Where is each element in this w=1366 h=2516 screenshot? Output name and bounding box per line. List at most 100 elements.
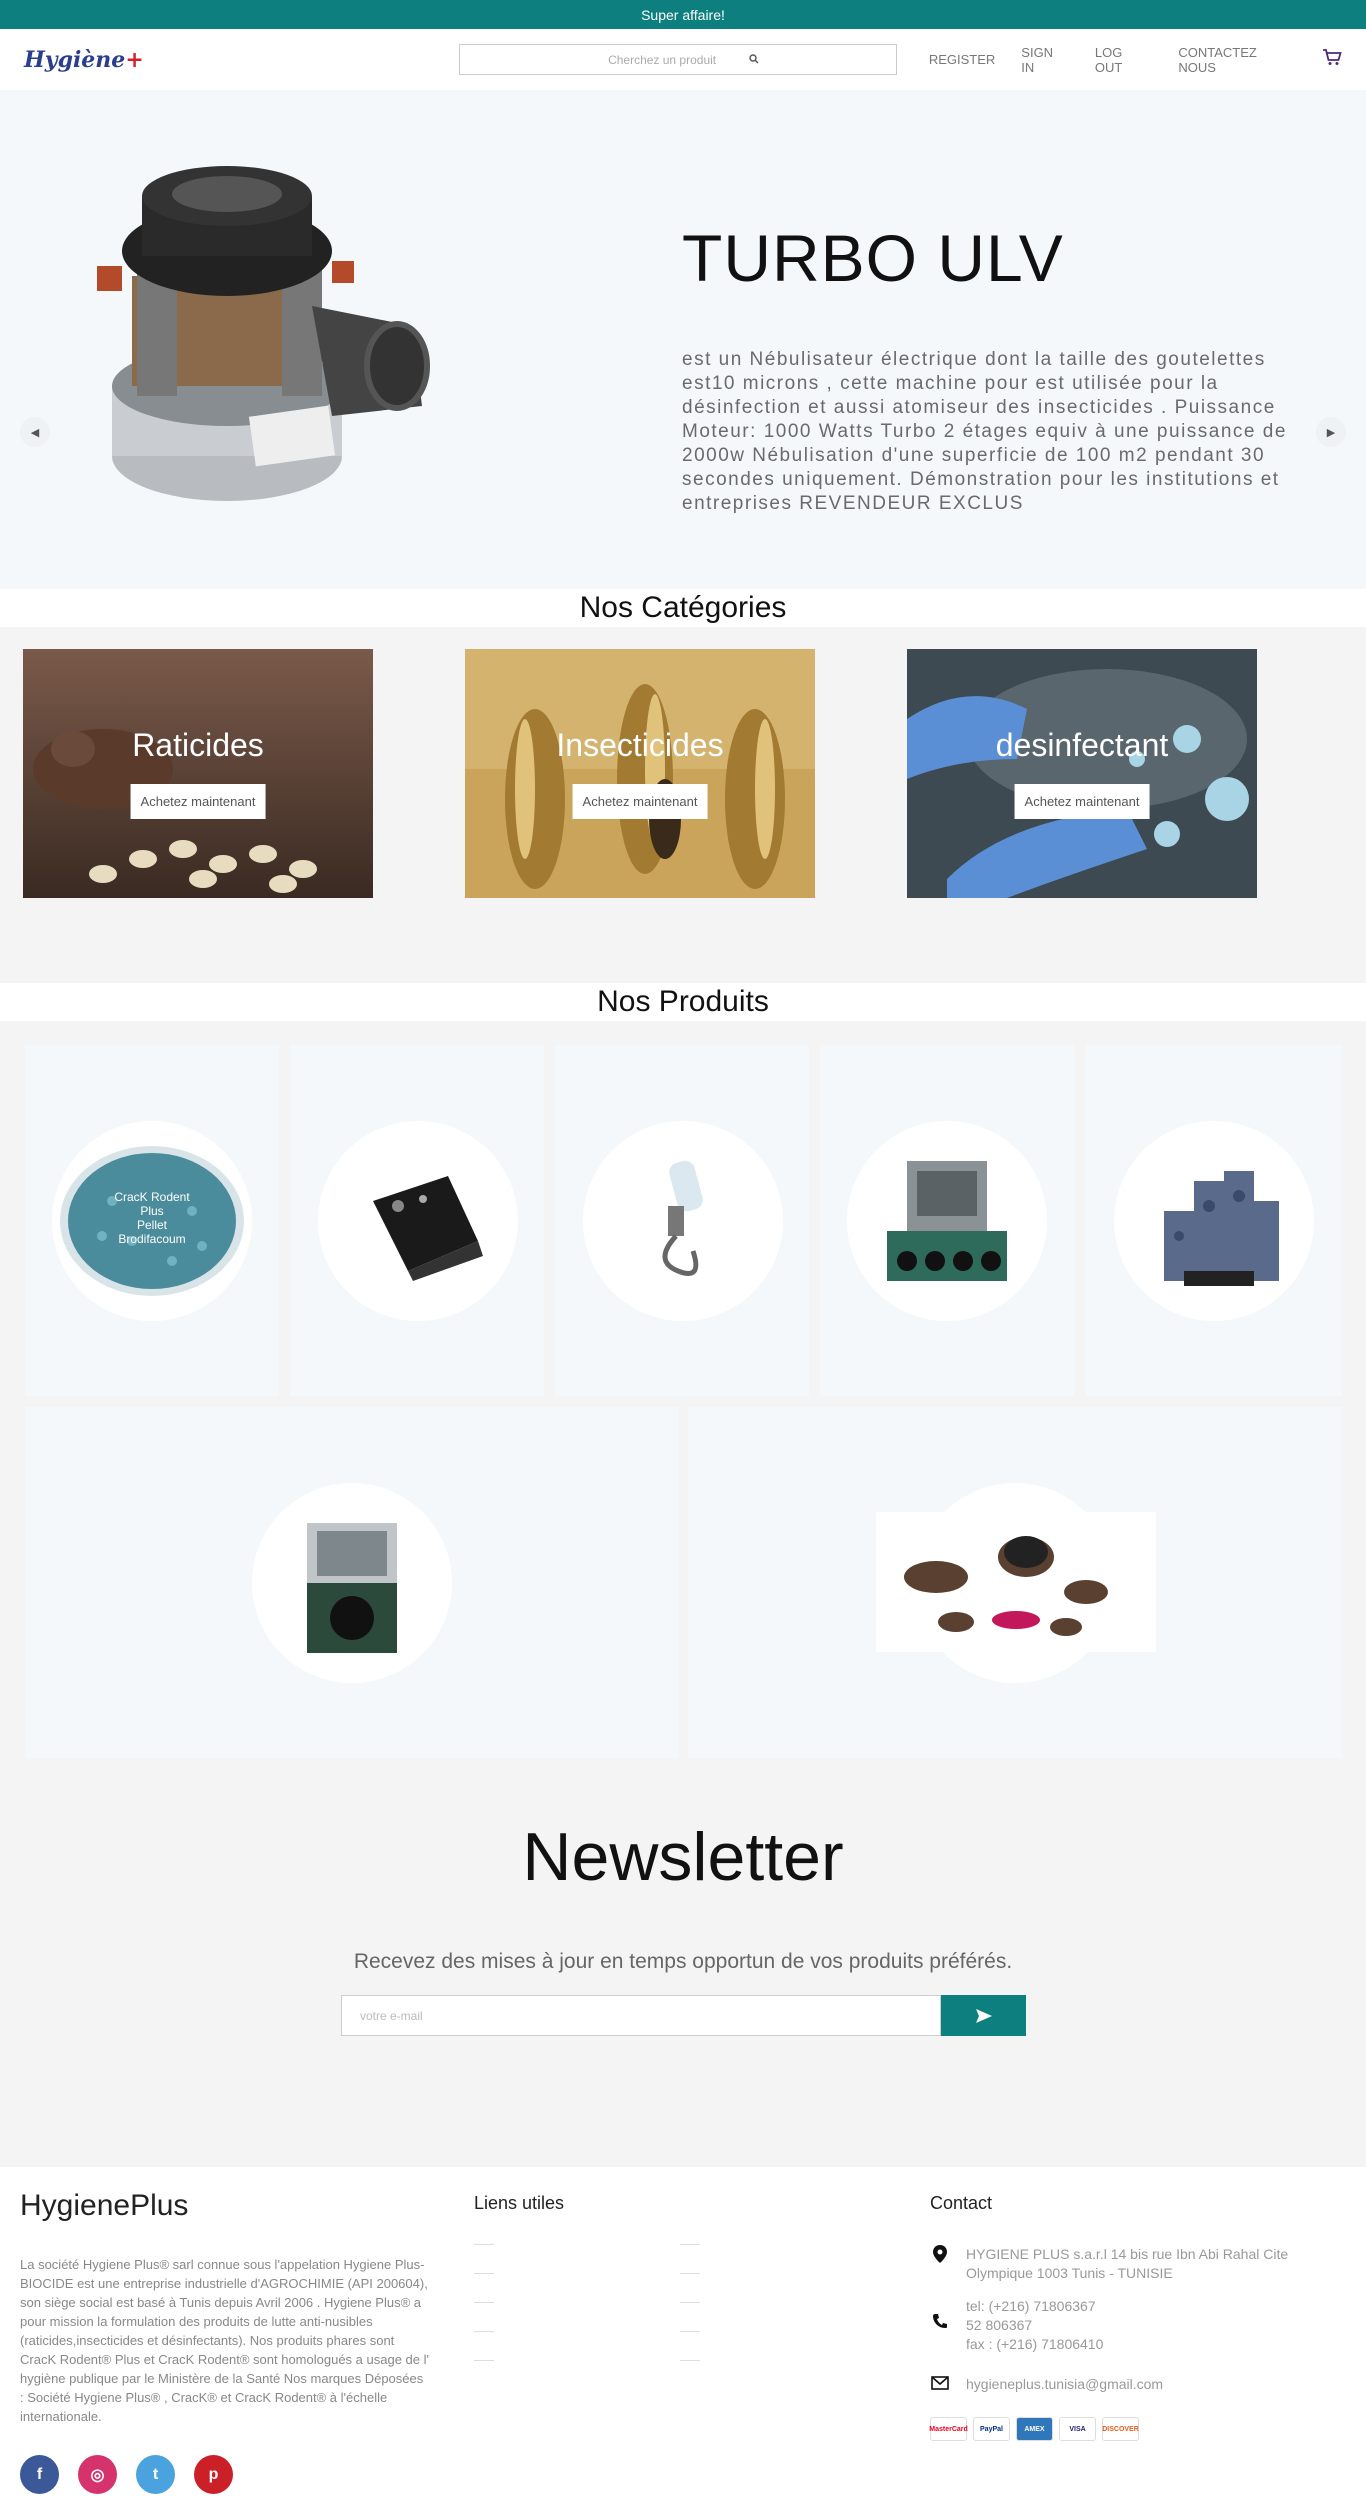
footer-email: hygieneplus.tunisia@gmail.com [930,2375,1163,2394]
logo[interactable]: Hygiène+ [24,47,459,73]
phone-numbers: tel: (+216) 71806367 52 806367 fax : (+2… [966,2297,1103,2354]
footer-link[interactable] [680,2360,700,2361]
search-icon[interactable] [749,53,759,67]
mail-icon [930,2375,950,2394]
categories-title: Nos Catégories [0,589,1366,627]
instagram-icon[interactable]: ◎ [78,2455,117,2494]
product-card[interactable] [688,1407,1342,1758]
newsletter-email-input[interactable] [341,1995,941,2036]
product-card[interactable]: CracK Rodent Plus Pellet Brodifacoum [25,1045,279,1396]
category-label: desinfectant [995,727,1169,763]
product-card[interactable] [290,1045,544,1396]
pinterest-icon[interactable]: p [194,2455,233,2494]
products-title: Nos Produits [0,983,1366,1021]
fax-number: fax : (+216) 71806410 [966,2336,1104,2352]
promo-text: Super affaire! [641,6,725,23]
nav-register[interactable]: REGISTER [929,52,995,67]
product-image [876,1512,1156,1652]
turbo-motor-image [97,166,430,501]
product-image: CracK Rodent Plus Pellet Brodifacoum [60,1146,244,1296]
footer-links-column [474,2244,494,2389]
category-card-desinfectant[interactable]: desinfectant Achetez maintenant [907,649,1257,898]
product-label-line: Brodifacoum [118,1232,185,1246]
footer-link[interactable] [680,2273,700,2274]
logo-text: Hygiène [24,46,126,73]
category-card-insecticides[interactable]: Insecticides Achetez maintenant [465,649,815,898]
product-image [307,1523,397,1653]
footer-link[interactable] [474,2302,494,2303]
footer-brand: HygienePlus [20,2189,189,2222]
chevron-right-icon: ▶ [1326,426,1336,439]
footer-link[interactable] [474,2273,494,2274]
newsletter-section: Newsletter Recevez des mises à jour en t… [0,1798,1366,2167]
product-card[interactable] [25,1407,679,1758]
footer-about-text: La société Hygiene Plus® sarl connue sou… [20,2257,429,2424]
nav-log-out[interactable]: LOG OUT [1095,45,1153,75]
carousel-prev-button[interactable]: ◀ [20,417,50,447]
footer-phone: tel: (+216) 71806367 52 806367 fax : (+2… [930,2297,1103,2354]
raticides-image [23,649,373,898]
site-header: Hygiène+ REGISTER SIGN IN LOG OUT CONTAC… [0,29,1366,90]
search-input[interactable] [597,52,728,67]
carousel-next-button[interactable]: ▶ [1316,417,1346,447]
address-text: HYGIENE PLUS s.a.r.l 14 bis rue Ibn Abi … [966,2246,1289,2281]
twitter-icon[interactable]: t [136,2455,175,2494]
newsletter-subtitle: Recevez des mises à jour en temps opport… [353,1950,1013,1973]
payment-methods: MasterCard PayPal AMEX VISA DISCOVER [929,2417,1139,2441]
footer-link[interactable] [680,2244,700,2245]
products-section: CracK Rodent Plus Pellet Brodifacoum [0,1021,1366,1798]
footer-address: HYGIENE PLUS s.a.r.l 14 bis rue Ibn Abi … [930,2245,1296,2283]
mastercard-icon: MasterCard [929,2417,968,2441]
product-label-line: CracK Rodent [114,1190,190,1204]
email-link[interactable]: hygieneplus.tunisia@gmail.com [966,2375,1163,2394]
product-label-line: Plus [140,1204,163,1218]
newsletter-form [341,1995,1026,2036]
hero-carousel: ◀ TURBO ULV est un Nébulisateur électriq… [0,90,1366,589]
search-bar [459,44,897,75]
main-nav: REGISTER SIGN IN LOG OUT CONTACTEZ NOUS [929,45,1296,75]
social-links: f ◎ t p [20,2455,233,2494]
footer-link[interactable] [474,2360,494,2361]
newsletter-title: Newsletter [522,1819,844,1895]
logo-plus: + [125,46,144,73]
product-image [373,1176,483,1281]
category-card-raticides[interactable]: Raticides Achetez maintenant [23,649,373,898]
tel-primary: tel: (+216) 71806367 [966,2298,1096,2314]
site-footer: HygienePlus La société Hygiene Plus® sar… [0,2167,1366,2516]
product-image [662,1160,703,1276]
paypal-icon: PayPal [973,2417,1010,2441]
footer-link[interactable] [474,2244,494,2245]
buy-now-button[interactable]: Achetez maintenant [1014,784,1150,819]
promo-bar: Super affaire! [0,0,1366,29]
discover-icon: DISCOVER [1102,2417,1139,2441]
amex-icon: AMEX [1016,2417,1053,2441]
facebook-icon[interactable]: f [20,2455,59,2494]
footer-links-title: Liens utiles [474,2193,565,2213]
desinfectant-image [907,649,1257,898]
hero-title: TURBO ULV [682,221,1064,295]
footer-link[interactable] [680,2302,700,2303]
product-card[interactable] [1086,1045,1342,1396]
footer-contact-title: Contact [930,2193,993,2213]
tel-secondary: 52 806367 [966,2317,1033,2333]
category-label: Raticides [132,727,264,763]
footer-link[interactable] [680,2331,700,2332]
buy-now-button[interactable]: Achetez maintenant [130,784,266,819]
category-label: Insecticides [556,727,724,763]
product-card[interactable] [820,1045,1074,1396]
footer-link[interactable] [474,2331,494,2332]
visa-icon: VISA [1059,2417,1096,2441]
buy-now-button[interactable]: Achetez maintenant [572,784,708,819]
chevron-left-icon: ◀ [30,426,40,439]
newsletter-submit-button[interactable] [941,1995,1026,2036]
location-pin-icon [930,2245,950,2283]
cart-icon[interactable] [1322,48,1342,71]
product-label-line: Pellet [137,1218,168,1232]
product-card[interactable] [555,1045,809,1396]
insecticides-image [465,649,815,898]
phone-icon [930,2297,950,2354]
nav-contact[interactable]: CONTACTEZ NOUS [1178,45,1296,75]
categories-section: Raticides Achetez maintenant Insecticide… [0,627,1366,983]
footer-links-column [680,2244,700,2389]
nav-sign-in[interactable]: SIGN IN [1021,45,1069,75]
